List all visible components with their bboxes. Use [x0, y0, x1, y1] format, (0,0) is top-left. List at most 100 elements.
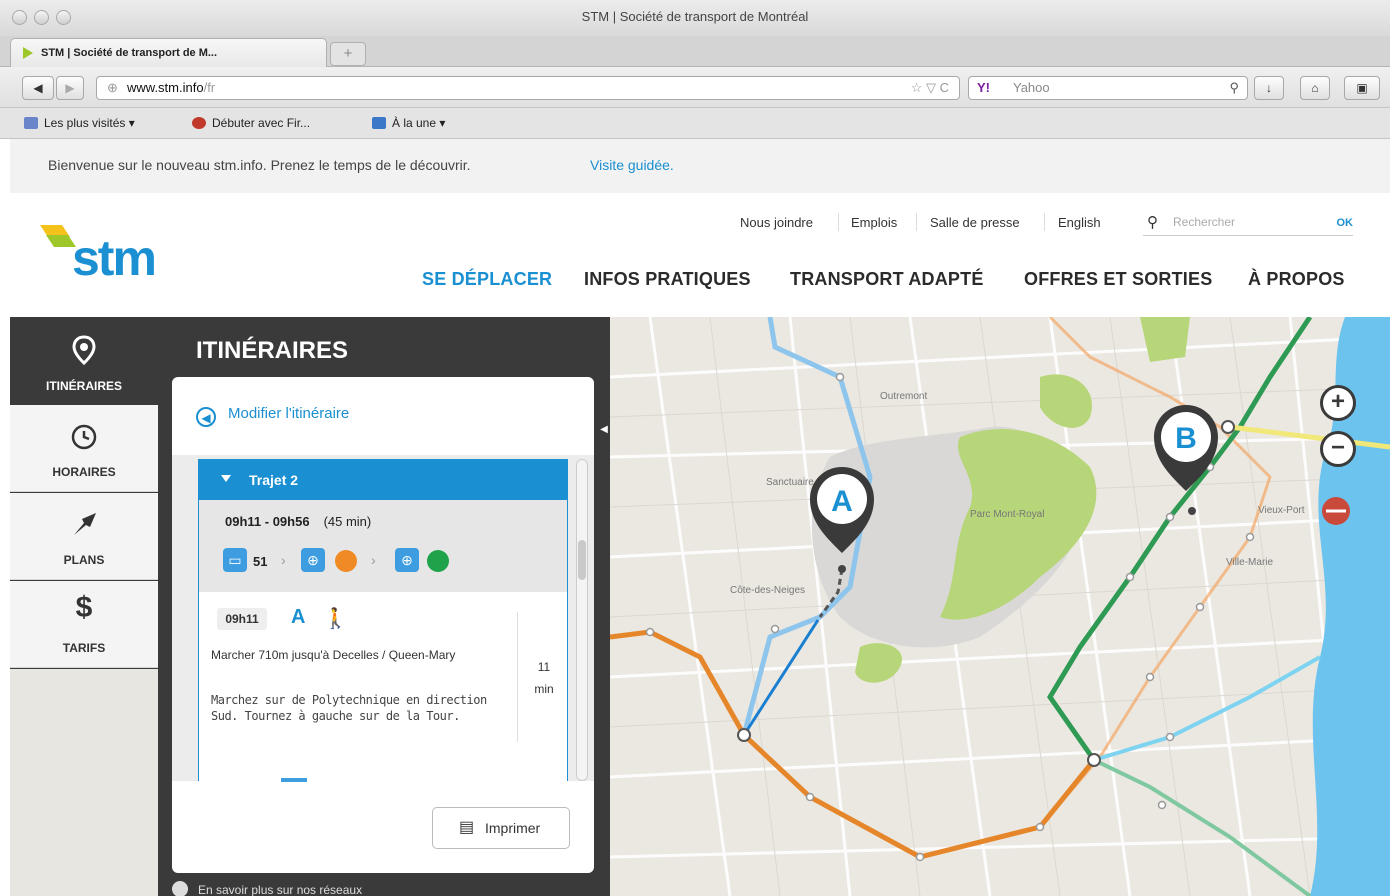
orange-line-icon — [335, 550, 357, 572]
folder-icon — [24, 117, 38, 129]
divider — [838, 213, 839, 231]
print-button[interactable]: ▤ Imprimer — [432, 807, 570, 849]
press-room-link[interactable]: Salle de presse — [930, 215, 1020, 230]
caret-down-icon — [221, 475, 231, 482]
site-header: stm Nous joindre Emplois Salle de presse… — [10, 193, 1390, 317]
browser-window: STM | Société de transport de Montréal S… — [0, 0, 1390, 896]
bookmark-label: Débuter avec Fir... — [212, 116, 311, 130]
search-icon: ⚲ — [1229, 80, 1239, 95]
map-label: Parc Mont-Royal — [970, 509, 1044, 520]
map-canvas[interactable]: Sanctuaire Côte-des-Neiges Parc Mont-Roy… — [610, 317, 1390, 896]
home-icon[interactable]: ⌂ — [1300, 76, 1330, 100]
url-bar[interactable]: ⊕ www.stm.info/fr ☆ ▽ C — [96, 76, 960, 100]
pin-a-label: A — [831, 485, 853, 518]
tab-bar: STM | Société de transport de M... + — [0, 36, 1390, 67]
sidebar-item-itineraires[interactable]: ITINÉRAIRES — [10, 317, 158, 403]
map-label: Côte-des-Neiges — [730, 585, 805, 596]
step-detail: Marchez sur de Polytechnique en directio… — [211, 693, 487, 723]
url-text: www.stm.info/fr — [127, 77, 215, 99]
sidebar-item-label: PLANS — [63, 553, 105, 567]
itinerary-card: ◀ Modifier l'itinéraire Trajet 2 09h11 - … — [172, 377, 594, 873]
walk-icon: 🚶 — [323, 608, 348, 630]
nav-offres-sorties[interactable]: OFFRES ET SORTIES — [1024, 269, 1212, 290]
trip-title: Trajet 2 — [249, 472, 299, 488]
map-label: Sanctuaire — [766, 477, 814, 488]
time-range: 09h11 - 09h56 — [225, 514, 310, 529]
nav-transport-adapte[interactable]: TRANSPORT ADAPTÉ — [790, 269, 984, 290]
nav-a-propos[interactable]: À PROPOS — [1248, 269, 1345, 290]
nav-se-deplacer[interactable]: SE DÉPLACER — [422, 269, 552, 290]
stm-logo[interactable]: stm — [72, 229, 157, 287]
trip-step: 09h11 A 🚶 Marcher 710m jusqu'à Decelles … — [199, 592, 567, 782]
menu-icon[interactable]: ▣ — [1344, 76, 1380, 100]
bookmark-most-visited[interactable]: Les plus visités ▾ — [24, 116, 135, 130]
collapse-panel-button[interactable]: ◀ — [598, 417, 610, 443]
jobs-link[interactable]: Emplois — [851, 215, 897, 230]
map-label: Outremont — [880, 391, 927, 402]
yahoo-icon: Y! — [977, 80, 990, 95]
step-duration: 11 min — [521, 656, 567, 700]
clock-icon — [71, 424, 97, 450]
map-icon — [74, 513, 96, 535]
globe-icon: ⊕ — [107, 80, 118, 95]
zoom-in-button[interactable]: + — [1320, 385, 1356, 421]
map-view[interactable]: Sanctuaire Côte-des-Neiges Parc Mont-Roy… — [610, 317, 1390, 896]
footnote-text[interactable]: En savoir plus sur nos réseaux — [198, 883, 362, 896]
browser-search-bar[interactable]: Y! Yahoo ⚲ — [968, 76, 1248, 100]
english-link[interactable]: English — [1058, 215, 1101, 230]
bus-icon: ▭ — [223, 548, 247, 572]
url-path: /fr — [203, 80, 216, 95]
site-search-placeholder: Rechercher — [1173, 215, 1236, 229]
print-label: Imprimer — [485, 820, 541, 836]
step-minutes: 11 — [537, 660, 551, 674]
step-indicator — [281, 778, 307, 782]
download-icon[interactable]: ↓ — [1254, 76, 1284, 100]
forward-button[interactable]: ▶ — [56, 76, 84, 100]
sidebar-item-horaires[interactable]: HORAIRES — [10, 405, 158, 492]
step-instruction: Marcher 710m jusqu'à Decelles / Queen-Ma… — [211, 648, 456, 662]
site-search-input[interactable]: ⚲ Rechercher OK — [1143, 213, 1353, 236]
pin-b-label: B — [1175, 422, 1197, 455]
sidebar-item-plans[interactable]: PLANS — [10, 493, 158, 580]
navigation-bar: ◀ ▶ ⊕ www.stm.info/fr ☆ ▽ C Y! Yahoo ⚲ ↓… — [0, 67, 1390, 108]
new-tab-button[interactable]: + — [330, 42, 366, 66]
trip-header[interactable]: Trajet 2 — [199, 460, 567, 500]
trip-list: Trajet 2 09h11 - 09h56 (45 min) ▭ 51 › ⊕ … — [172, 455, 594, 782]
trip-time: 09h11 - 09h56 (45 min) — [225, 514, 371, 529]
sidebar-item-label: TARIFS — [62, 641, 106, 655]
search-ok-button[interactable]: OK — [1337, 217, 1354, 229]
map-underlay — [10, 669, 158, 896]
green-line-icon — [427, 550, 449, 572]
back-button[interactable]: ◀ — [22, 76, 54, 100]
trip-list-scrollbar[interactable] — [576, 459, 588, 781]
url-domain: www.stm.info — [127, 80, 204, 95]
web-page: Bienvenue sur le nouveau stm.info. Prene… — [10, 139, 1390, 896]
nav-infos-pratiques[interactable]: INFOS PRATIQUES — [584, 269, 751, 290]
bookmark-headlines[interactable]: À la une ▾ — [372, 116, 445, 130]
bookmark-label: À la une ▾ — [392, 116, 446, 130]
sidebar-item-tarifs[interactable]: $ TARIFS — [10, 581, 158, 668]
chevron-right-icon: › — [371, 552, 376, 568]
scrollbar-thumb[interactable] — [578, 540, 586, 580]
tab-stm[interactable]: STM | Société de transport de M... — [10, 38, 327, 67]
left-sidebar: ITINÉRAIRES HORAIRES PLANS $ TARIFS — [10, 317, 158, 896]
divider — [517, 612, 518, 742]
contact-link[interactable]: Nous joindre — [740, 215, 813, 230]
modify-itinerary-link[interactable]: ◀ Modifier l'itinéraire — [196, 405, 349, 427]
bookmark-getting-started[interactable]: Débuter avec Fir... — [192, 116, 310, 130]
sidebar-item-label: HORAIRES — [52, 465, 116, 479]
zoom-controls: + − — [1320, 385, 1356, 475]
info-icon — [172, 881, 188, 896]
search-icon: ⚲ — [1147, 214, 1158, 231]
bookmark-star-icon[interactable]: ☆ ▽ C — [911, 77, 949, 99]
chevron-right-icon: › — [281, 552, 286, 568]
zoom-out-button[interactable]: − — [1320, 431, 1356, 467]
guided-tour-link[interactable]: Visite guidée. — [590, 157, 674, 173]
tab-title: STM | Société de transport de M... — [41, 47, 218, 59]
metro-icon: ⊕ — [301, 548, 325, 572]
map-pin-icon — [72, 335, 96, 365]
step-time: 09h11 — [217, 608, 267, 630]
trip-card[interactable]: Trajet 2 09h11 - 09h56 (45 min) ▭ 51 › ⊕ … — [198, 459, 568, 782]
map-label: Vieux-Port — [1258, 505, 1305, 516]
welcome-text: Bienvenue sur le nouveau stm.info. Prene… — [48, 157, 471, 173]
